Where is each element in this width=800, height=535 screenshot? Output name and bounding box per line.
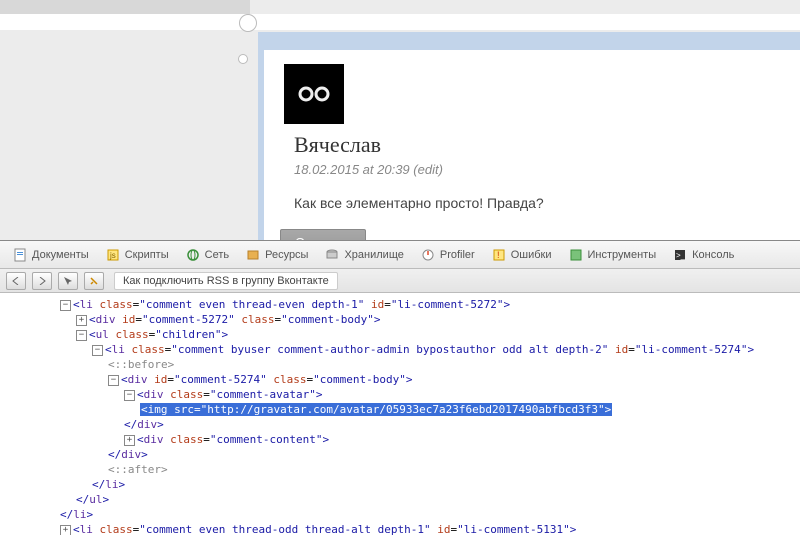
dom-line[interactable]: −<li class="comment byuser comment-autho… bbox=[60, 342, 800, 357]
comment-card: Вячеслав 18.02.2015 at 20:39 (edit) Как … bbox=[264, 50, 800, 270]
tab-scripts[interactable]: js Скрипты bbox=[99, 245, 175, 265]
tab-label: Хранилище bbox=[344, 249, 403, 261]
collapse-icon[interactable]: − bbox=[60, 300, 71, 311]
comment-author[interactable]: Вячеслав bbox=[294, 132, 780, 158]
resources-icon bbox=[245, 247, 261, 263]
tab-documents[interactable]: Документы bbox=[6, 245, 95, 265]
breadcrumb[interactable]: Как подключить RSS в группу Вконтакте bbox=[114, 272, 338, 290]
script-icon: js bbox=[105, 247, 121, 263]
tab-profiler[interactable]: Profiler bbox=[414, 245, 481, 265]
tab-tools[interactable]: Инструменты bbox=[562, 245, 663, 265]
svg-text:>_: >_ bbox=[676, 251, 686, 260]
dom-pseudo[interactable]: <::after> bbox=[60, 462, 800, 477]
dom-line[interactable]: +<li class="comment even thread-odd thre… bbox=[60, 522, 800, 535]
devtools-toolbar: Документы js Скрипты Сеть Ресурсы Хранил… bbox=[0, 241, 800, 269]
dom-line-selected[interactable]: <img src="http://gravatar.com/avatar/059… bbox=[60, 402, 800, 417]
dom-line[interactable]: +<div class="comment-content"> bbox=[60, 432, 800, 447]
expand-icon[interactable]: + bbox=[76, 315, 87, 326]
collapse-icon[interactable]: − bbox=[124, 390, 135, 401]
collapse-icon[interactable]: − bbox=[76, 330, 87, 341]
dom-line[interactable]: −<div class="comment-avatar"> bbox=[60, 387, 800, 402]
dom-line[interactable]: </li> bbox=[60, 477, 800, 492]
svg-text:!: ! bbox=[497, 250, 500, 260]
collapse-icon[interactable]: − bbox=[92, 345, 103, 356]
back-button[interactable] bbox=[6, 272, 26, 290]
dom-line[interactable]: </li> bbox=[60, 507, 800, 522]
gray-strip bbox=[0, 0, 250, 14]
tab-label: Profiler bbox=[440, 249, 475, 261]
expand-icon[interactable]: + bbox=[124, 435, 135, 446]
infinity-icon bbox=[294, 84, 334, 104]
collapse-icon[interactable]: − bbox=[108, 375, 119, 386]
comment-panel: Вячеслав 18.02.2015 at 20:39 (edit) Как … bbox=[258, 32, 800, 240]
tab-label: Сеть bbox=[205, 249, 229, 261]
tab-label: Ресурсы bbox=[265, 249, 308, 261]
tab-network[interactable]: Сеть bbox=[179, 245, 235, 265]
dom-line[interactable]: −<ul class="children"> bbox=[60, 327, 800, 342]
find-button[interactable] bbox=[84, 272, 104, 290]
dom-line[interactable]: </div> bbox=[60, 417, 800, 432]
tools-icon bbox=[568, 247, 584, 263]
list-bullet bbox=[238, 54, 248, 64]
inspect-button[interactable] bbox=[58, 272, 78, 290]
avatar bbox=[284, 64, 344, 124]
svg-text:js: js bbox=[109, 251, 116, 260]
errors-icon: ! bbox=[491, 247, 507, 263]
network-icon bbox=[185, 247, 201, 263]
console-icon: >_ bbox=[672, 247, 688, 263]
tab-console[interactable]: >_ Консоль bbox=[666, 245, 740, 265]
profiler-icon bbox=[420, 247, 436, 263]
devtools-panel: Документы js Скрипты Сеть Ресурсы Хранил… bbox=[0, 240, 800, 535]
timeline-marker bbox=[239, 14, 257, 32]
dom-line[interactable]: −<li class="comment even thread-even dep… bbox=[60, 297, 800, 312]
tab-resources[interactable]: Ресурсы bbox=[239, 245, 314, 265]
dom-tree[interactable]: −<li class="comment even thread-even dep… bbox=[0, 293, 800, 535]
comment-timestamp: 18.02.2015 at 20:39 (edit) bbox=[294, 162, 780, 177]
tab-label: Ошибки bbox=[511, 249, 552, 261]
white-band bbox=[0, 14, 800, 30]
dom-line[interactable]: +<div id="comment-5272" class="comment-b… bbox=[60, 312, 800, 327]
tab-label: Консоль bbox=[692, 249, 734, 261]
dom-line[interactable]: −<div id="comment-5274" class="comment-b… bbox=[60, 372, 800, 387]
tab-label: Скрипты bbox=[125, 249, 169, 261]
timestamp-text[interactable]: 18.02.2015 at 20:39 bbox=[294, 162, 410, 177]
forward-button[interactable] bbox=[32, 272, 52, 290]
dom-line[interactable]: </ul> bbox=[60, 492, 800, 507]
tab-errors[interactable]: ! Ошибки bbox=[485, 245, 558, 265]
dom-line[interactable]: </div> bbox=[60, 447, 800, 462]
expand-icon[interactable]: + bbox=[60, 525, 71, 535]
edit-link[interactable]: (edit) bbox=[413, 162, 443, 177]
storage-icon bbox=[324, 247, 340, 263]
tab-label: Документы bbox=[32, 249, 89, 261]
document-icon bbox=[12, 247, 28, 263]
page-content-area: Вячеслав 18.02.2015 at 20:39 (edit) Как … bbox=[0, 0, 800, 240]
tab-label: Инструменты bbox=[588, 249, 657, 261]
comment-body: Как все элементарно просто! Правда? bbox=[294, 195, 780, 211]
devtools-subtoolbar: Как подключить RSS в группу Вконтакте bbox=[0, 269, 800, 293]
tab-storage[interactable]: Хранилище bbox=[318, 245, 409, 265]
dom-pseudo[interactable]: <::before> bbox=[60, 357, 800, 372]
